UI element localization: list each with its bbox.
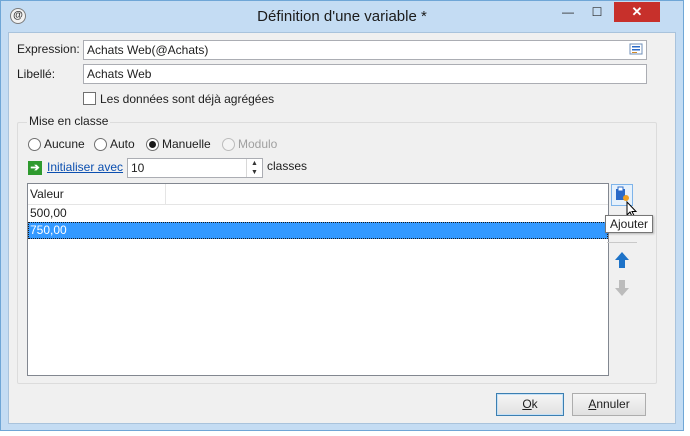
ok-button[interactable]: Ok — [496, 393, 564, 416]
move-down-button — [613, 279, 635, 301]
move-up-button[interactable] — [613, 251, 635, 273]
classes-spinner-value[interactable]: 10 — [131, 160, 144, 176]
radio-aucune-label[interactable]: Aucune — [44, 137, 85, 151]
values-table[interactable]: Valeur 500,00 750,00 — [27, 183, 609, 376]
initialize-link[interactable]: Initialiser avec — [47, 160, 123, 174]
arrow-down-icon — [615, 280, 629, 296]
ok-accelerator: O — [522, 397, 532, 411]
cancel-button[interactable]: Annuler — [572, 393, 646, 416]
radio-auto-label[interactable]: Auto — [110, 137, 135, 151]
add-tooltip: Ajouter — [605, 215, 654, 233]
side-separator — [607, 242, 637, 243]
radio-modulo — [222, 138, 235, 151]
column-header-valeur[interactable]: Valeur — [28, 184, 166, 204]
minimize-button[interactable]: — — [555, 2, 581, 22]
radio-aucune[interactable] — [28, 138, 41, 151]
radio-modulo-label: Modulo — [238, 137, 278, 151]
expression-field[interactable]: Achats Web(@Achats) — [83, 40, 647, 60]
radio-auto[interactable] — [94, 138, 107, 151]
go-arrow-icon: ➔ — [28, 161, 42, 175]
binning-group-title: Mise en classe — [27, 114, 111, 128]
maximize-button[interactable]: ☐ — [584, 2, 610, 22]
table-row-selected[interactable]: 750,00 — [28, 222, 608, 239]
spinner-arrows: ▲ ▼ — [246, 159, 262, 177]
cancel-label-rest: nnuler — [596, 397, 630, 411]
expression-editor-icon[interactable] — [629, 42, 643, 56]
dialog-body: Expression: Achats Web(@Achats) Libellé:… — [8, 32, 676, 424]
classes-spinner[interactable]: 10 ▲ ▼ — [127, 158, 263, 178]
table-header: Valeur — [28, 184, 608, 205]
expression-label: Expression: — [17, 42, 80, 56]
spinner-down-icon[interactable]: ▼ — [247, 168, 262, 177]
classes-label: classes — [267, 159, 308, 173]
close-button[interactable]: ✕ — [614, 2, 660, 22]
radio-manuelle[interactable] — [146, 138, 159, 151]
dialog-window: @ Définition d'une variable * — ☐ ✕ Expr… — [0, 0, 684, 431]
radio-manuelle-label[interactable]: Manuelle — [162, 137, 211, 151]
libelle-field[interactable]: Achats Web — [83, 64, 647, 84]
arrow-up-icon — [615, 252, 629, 268]
aggregated-checkbox[interactable] — [83, 92, 96, 105]
title-bar[interactable]: @ Définition d'une variable * — ☐ ✕ — [1, 1, 683, 32]
aggregated-checkbox-label: Les données sont déjà agrégées — [100, 92, 275, 106]
ok-label-rest: k — [531, 397, 538, 411]
libelle-label: Libellé: — [17, 67, 56, 81]
table-row[interactable]: 500,00 — [28, 205, 608, 222]
spinner-up-icon[interactable]: ▲ — [247, 159, 262, 168]
